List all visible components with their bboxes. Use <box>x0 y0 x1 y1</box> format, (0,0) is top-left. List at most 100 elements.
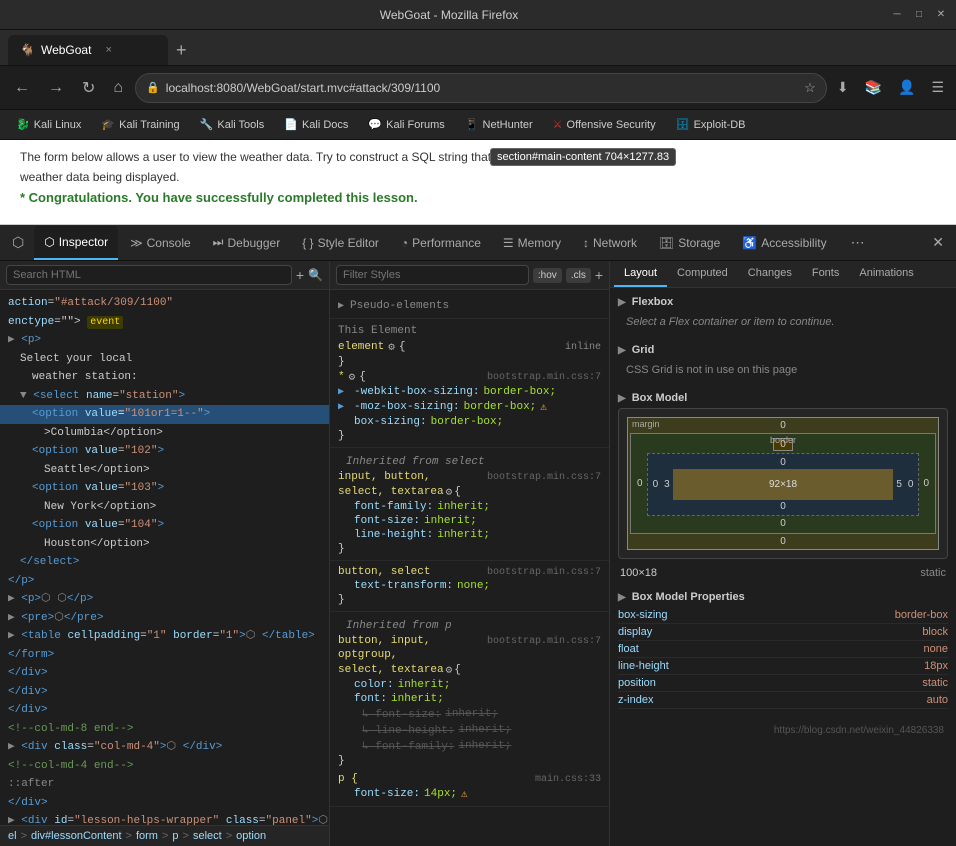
bookmark-kali-tools[interactable]: 🔧 Kali Tools <box>192 115 273 134</box>
pseudo-elements-header[interactable]: ▶ Pseudo-elements <box>338 298 601 314</box>
inherited-from-p-section: Inherited from p button, input, bootstra… <box>330 612 609 807</box>
reload-button[interactable]: ↻ <box>76 74 101 102</box>
inherited-header: Inherited from select <box>338 452 601 470</box>
add-node-button[interactable]: + <box>296 267 304 283</box>
bookmark-offensive-security[interactable]: ⚔ Offensive Security <box>545 115 664 134</box>
breadcrumb-item[interactable]: select <box>193 830 222 842</box>
minimize-button[interactable]: ─ <box>890 8 904 22</box>
style-close-brace: } <box>338 594 345 606</box>
layout-tab-changes[interactable]: Changes <box>738 261 802 287</box>
maximize-button[interactable]: □ <box>912 8 926 22</box>
bmp-value: block <box>922 626 948 638</box>
border-bottom-value: 0 <box>780 518 786 529</box>
bookmark-kali-linux[interactable]: 🐉 Kali Linux <box>8 115 89 134</box>
menu-icon[interactable]: ☰ <box>927 75 948 100</box>
html-tree-line: <!--col-md-8 end--> <box>0 720 329 739</box>
gear-icon[interactable]: ⚙ <box>349 370 356 384</box>
bookmark-exploit-db[interactable]: 🗄 Exploit-DB <box>668 115 754 134</box>
accessibility-icon: ♿ <box>742 236 757 250</box>
tab-inspector-label: Inspector <box>59 235 108 249</box>
margin-right-value: 0 <box>919 436 933 531</box>
bookmark-nethunter[interactable]: 📱 NetHunter <box>457 115 541 134</box>
flexbox-header[interactable]: ▶ Flexbox <box>618 296 948 308</box>
expand-arrow-icon[interactable]: ▶ <box>338 401 344 413</box>
tab-close-button[interactable]: × <box>105 44 111 56</box>
add-style-button[interactable]: + <box>595 267 603 283</box>
bookmark-star-icon[interactable]: ☆ <box>804 80 816 96</box>
style-close-brace-line: } <box>338 355 601 369</box>
padding-bottom-value: 0 <box>780 501 786 512</box>
bookmark-label: Exploit-DB <box>694 119 746 131</box>
color-line: color: inherit; <box>338 678 601 692</box>
forward-button[interactable]: → <box>42 75 70 101</box>
box-model-properties-header[interactable]: ▶ Box Model Properties <box>618 591 948 603</box>
close-button[interactable]: ✕ <box>934 8 948 22</box>
window-controls: ─ □ ✕ <box>890 8 948 22</box>
browser-tab[interactable]: 🐐 WebGoat × <box>8 35 168 65</box>
address-field[interactable]: 🔒 localhost:8080/WebGoat/start.mvc#attac… <box>135 73 827 103</box>
margin-top-row: 0 <box>630 420 936 431</box>
breadcrumb-item[interactable]: el <box>8 830 17 842</box>
tab-memory[interactable]: ☰ Memory <box>493 226 571 260</box>
bmp-value: static <box>922 677 948 689</box>
layout-tab-layout[interactable]: Layout <box>614 261 667 287</box>
cls-toggle[interactable]: .cls <box>566 268 591 283</box>
bookmark-kali-training[interactable]: 🎓 Kali Training <box>93 115 187 134</box>
tab-storage[interactable]: 🗄 Storage <box>649 226 730 260</box>
layout-content: ▶ Flexbox Select a Flex container or ite… <box>610 288 956 846</box>
layout-tab-animations[interactable]: Animations <box>849 261 923 287</box>
search-icon[interactable]: 🔍 <box>308 268 323 282</box>
devtools-cursor-tab[interactable]: ⬡ <box>4 226 32 260</box>
expand-arrow-icon[interactable]: ▶ <box>338 386 344 398</box>
style-rule-line: button, select bootstrap.min.css:7 <box>338 565 601 579</box>
downloads-icon[interactable]: ⬇ <box>833 75 853 100</box>
html-tree-line: </div> <box>0 664 329 683</box>
breadcrumb-item[interactable]: option <box>236 830 266 842</box>
devtools-more-button[interactable]: ⋯ <box>843 230 873 255</box>
home-button[interactable]: ⌂ <box>107 75 129 101</box>
layout-tab-fonts[interactable]: Fonts <box>802 261 850 287</box>
border-label: border <box>770 435 796 445</box>
exploit-db-icon: 🗄 <box>676 118 690 131</box>
grid-toggle-icon: ▶ <box>618 345 626 356</box>
html-tree-line[interactable]: <option value="101or1=1--"> <box>0 405 329 424</box>
tab-debugger[interactable]: ⏭ Debugger <box>203 226 291 260</box>
url-text: localhost:8080/WebGoat/start.mvc#attack/… <box>166 81 798 95</box>
tab-style-editor[interactable]: { } Style Editor <box>292 226 389 260</box>
p-source: main.css:33 <box>535 774 601 785</box>
bookmark-kali-docs[interactable]: 📄 Kali Docs <box>276 115 356 134</box>
tab-performance[interactable]: ◔ Performance <box>391 226 491 260</box>
margin-label: margin <box>632 419 660 429</box>
layout-tab-computed[interactable]: Computed <box>667 261 738 287</box>
breadcrumb-item[interactable]: div#lessonContent <box>31 830 122 842</box>
gear-icon[interactable]: ⚙ <box>446 485 453 499</box>
breadcrumb-item[interactable]: p <box>172 830 178 842</box>
inherited-from-p-header: Inherited from p <box>338 616 601 634</box>
style-selector3: select, textarea <box>338 664 444 676</box>
breadcrumb-item[interactable]: form <box>136 830 158 842</box>
prop-name: text-transform: <box>338 580 453 592</box>
html-search-input[interactable] <box>6 265 292 285</box>
grid-header[interactable]: ▶ Grid <box>618 344 948 356</box>
style-rule-line: * ⚙ { bootstrap.min.css:7 <box>338 369 601 385</box>
text-transform-line: text-transform: none; <box>338 579 601 593</box>
hov-toggle[interactable]: :hov <box>533 268 562 283</box>
tab-console[interactable]: ≫ Console <box>120 226 201 260</box>
bookmark-kali-forums[interactable]: 💬 Kali Forums <box>360 115 452 134</box>
account-icon[interactable]: 👤 <box>894 75 919 100</box>
bmp-value: none <box>924 643 948 655</box>
back-button[interactable]: ← <box>8 75 36 101</box>
tab-inspector[interactable]: ⬡ Inspector <box>34 226 118 260</box>
border-right-value: 0 <box>905 456 917 513</box>
html-search-bar: + 🔍 <box>0 261 329 290</box>
styles-filter-input[interactable] <box>336 265 529 285</box>
gear-icon2[interactable]: ⚙ <box>446 663 453 677</box>
gear-icon[interactable]: ⚙ <box>388 340 395 354</box>
breadcrumb-separator: > <box>183 830 189 842</box>
new-tab-button[interactable]: + <box>168 40 195 61</box>
devtools-close-button[interactable]: ✕ <box>924 230 952 255</box>
tab-network[interactable]: ↕ Network <box>573 226 647 260</box>
bookmarks-icon[interactable]: 📚 <box>861 75 886 100</box>
tab-accessibility[interactable]: ♿ Accessibility <box>732 226 836 260</box>
box-model-header[interactable]: ▶ Box Model <box>618 392 948 404</box>
